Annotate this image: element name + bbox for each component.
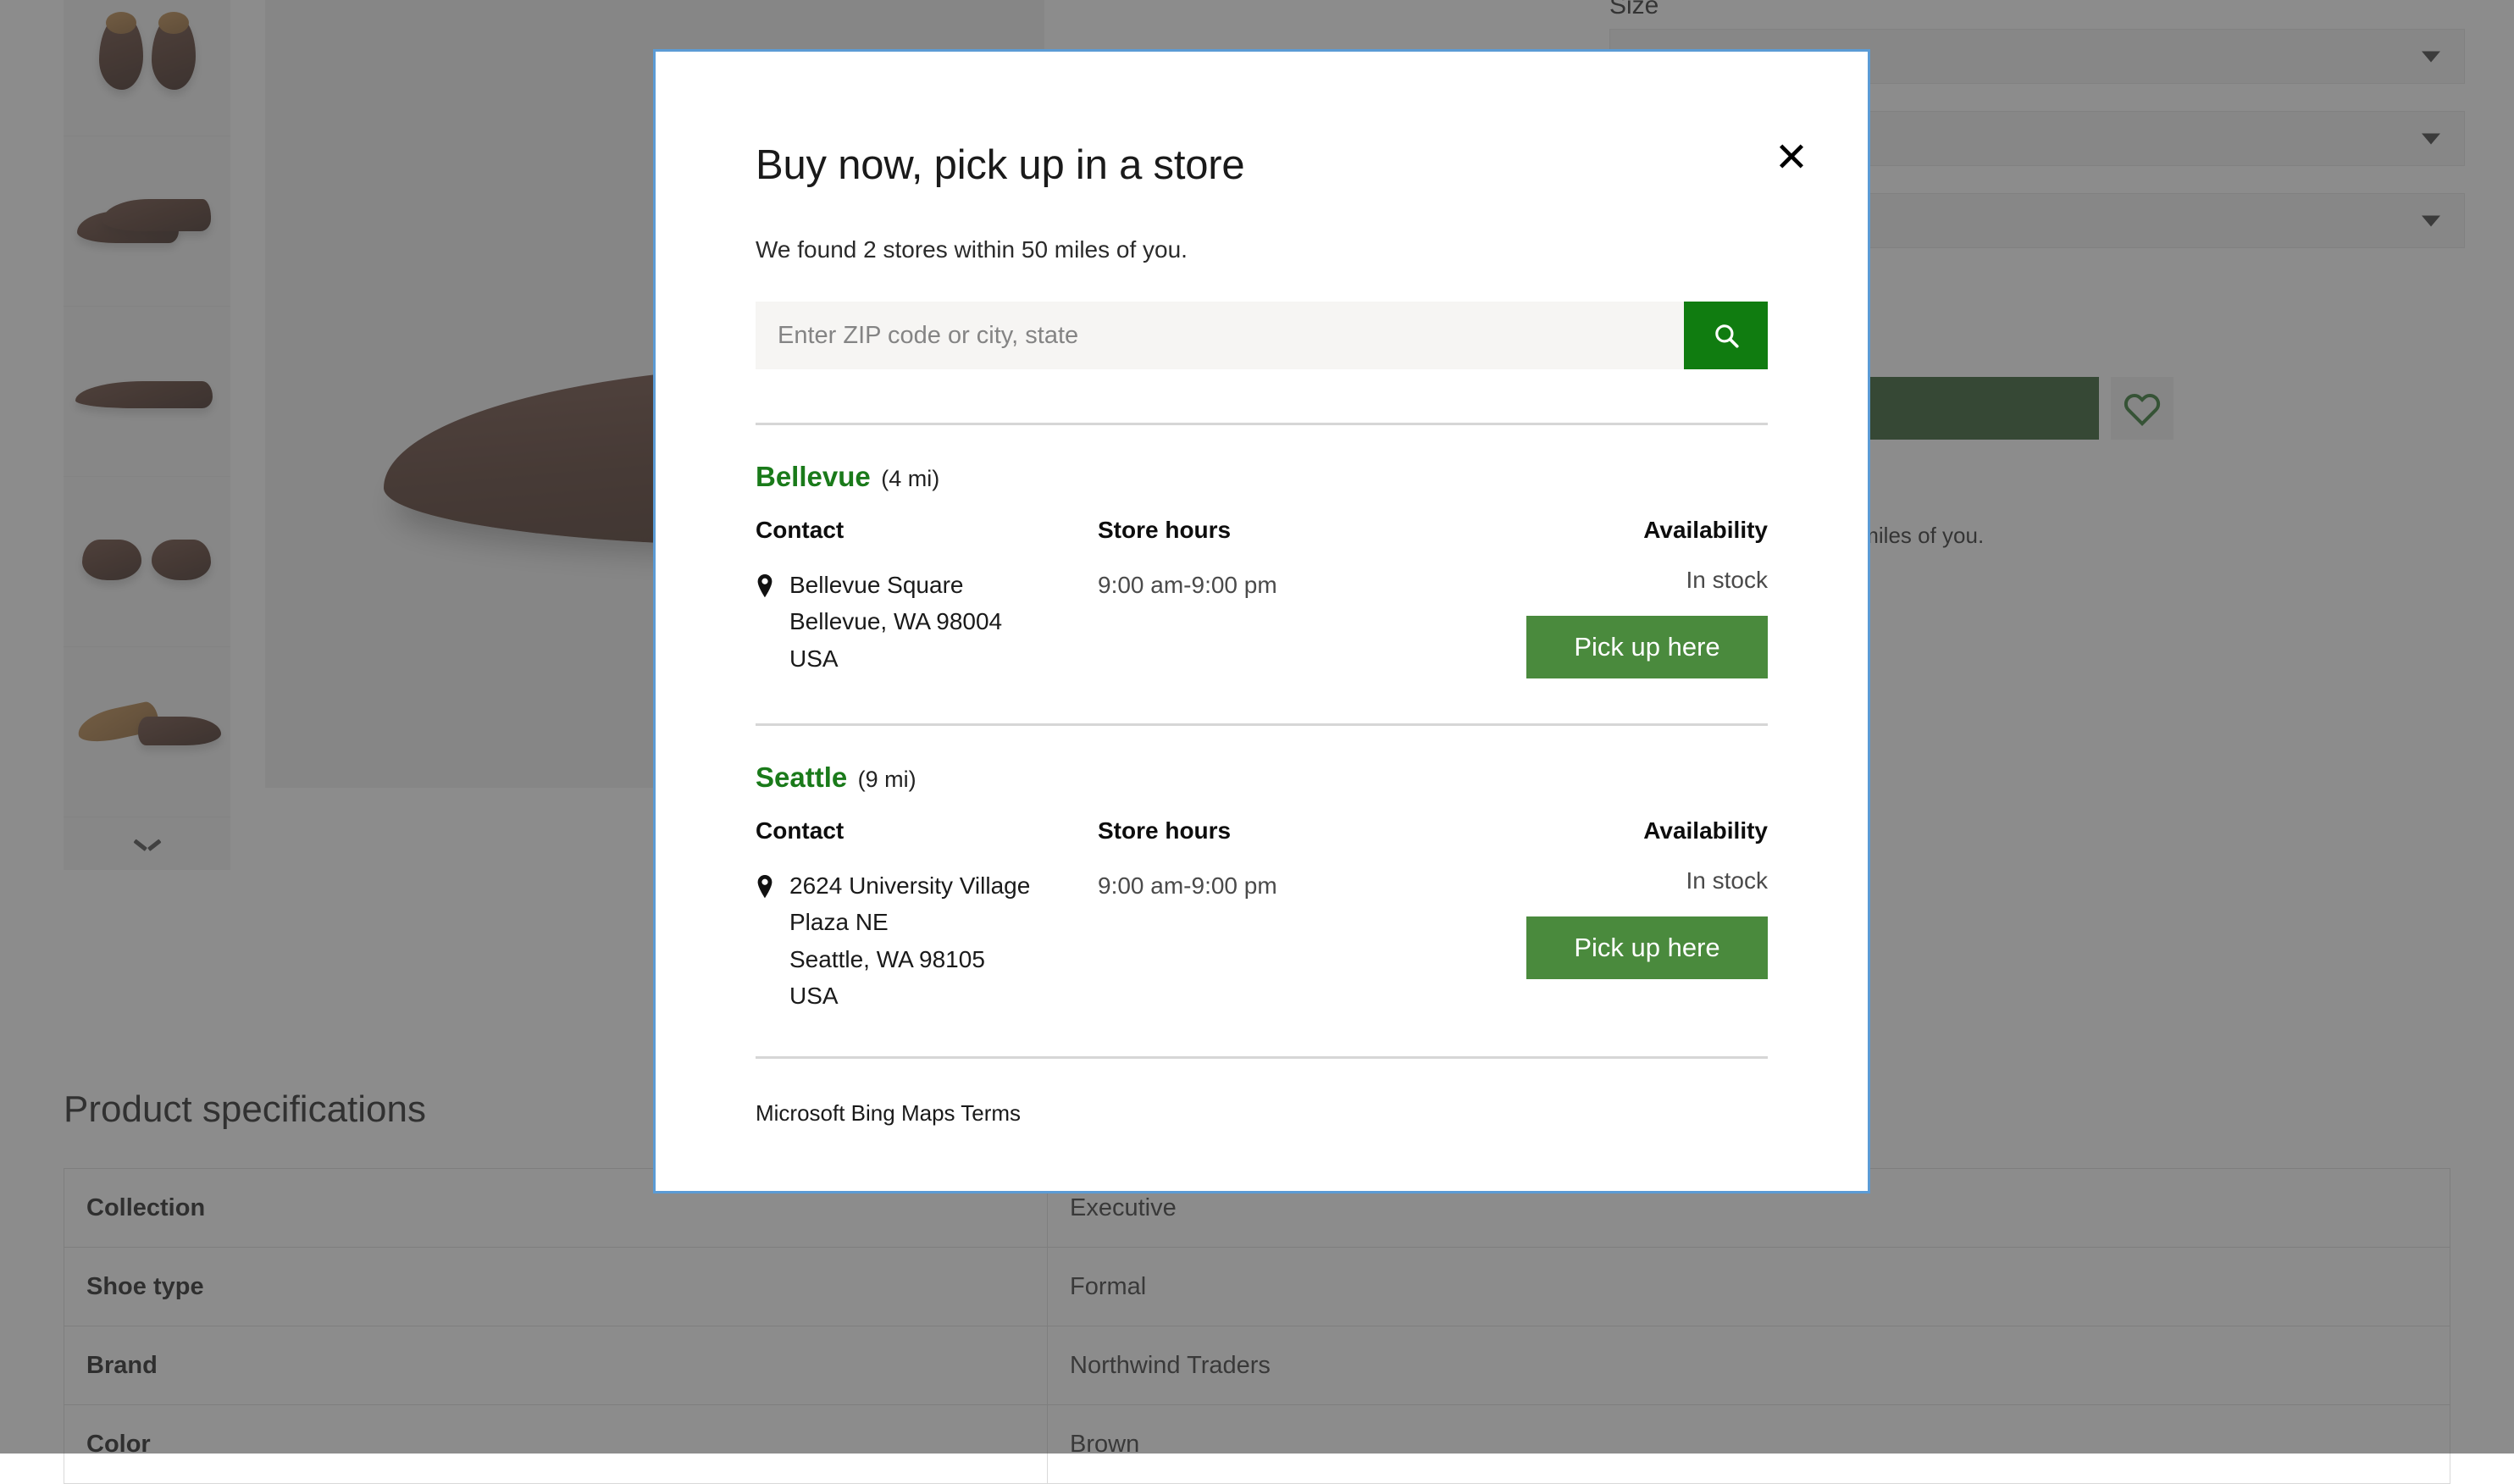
store-distance: (4 mi): [881, 466, 940, 491]
store-distance: (9 mi): [857, 767, 916, 792]
address-line-2: Bellevue, WA 98004: [789, 608, 1003, 635]
store-hours: 9:00 am-9:00 pm: [1098, 872, 1277, 899]
address-line-3: Seattle, WA 98105: [789, 945, 985, 972]
store-heading: Seattle (9 mi): [756, 761, 1768, 794]
store-pickup-modal: ✕ Buy now, pick up in a store We found 2…: [653, 49, 1870, 1193]
modal-title: Buy now, pick up in a store: [756, 142, 1245, 188]
store-name: Seattle: [756, 761, 848, 793]
store-availability: In stock Pick up here: [1496, 567, 1768, 678]
contact-header: Contact: [756, 817, 844, 844]
search-icon: [1714, 324, 1739, 348]
search-input[interactable]: [756, 302, 1684, 369]
bing-maps-terms-link[interactable]: Microsoft Bing Maps Terms: [756, 1100, 1768, 1127]
location-pin-icon: [756, 572, 774, 678]
modal-body: ✕ Buy now, pick up in a store We found 2…: [656, 52, 1868, 1191]
address-line-4: USA: [789, 983, 839, 1010]
store-hours: 9:00 am-9:00 pm: [1098, 572, 1277, 598]
store-details: Bellevue Square Bellevue, WA 98004 USA 9…: [756, 567, 1768, 678]
contact-header: Contact: [756, 517, 844, 543]
hours-header: Store hours: [1098, 517, 1232, 543]
store-address: Bellevue Square Bellevue, WA 98004 USA: [756, 567, 1098, 678]
location-pin-icon: [756, 872, 774, 1015]
store-column-headers: Contact Store hours Availability: [756, 517, 1768, 544]
store-address-text: Bellevue Square Bellevue, WA 98004 USA: [789, 567, 1002, 678]
store-availability: In stock Pick up here: [1496, 867, 1768, 1015]
hours-header: Store hours: [1098, 817, 1232, 844]
footer-divider: [756, 1055, 1768, 1059]
store-name: Bellevue: [756, 461, 871, 492]
modal-subtitle: We found 2 stores within 50 miles of you…: [756, 236, 1188, 263]
store-entry-bellevue: Bellevue (4 mi) Contact Store hours Avai…: [756, 425, 1768, 678]
store-column-headers: Contact Store hours Availability: [756, 817, 1768, 844]
zip-search-row: [756, 302, 1768, 369]
store-details: 2624 University Village Plaza NE Seattle…: [756, 867, 1768, 1015]
pickup-here-button[interactable]: Pick up here: [1526, 616, 1768, 678]
address-line-2: Plaza NE: [789, 909, 889, 936]
store-heading: Bellevue (4 mi): [756, 461, 1768, 493]
store-entry-seattle: Seattle (9 mi) Contact Store hours Avail…: [756, 726, 1768, 1015]
store-address-text: 2624 University Village Plaza NE Seattle…: [789, 867, 1030, 1015]
address-line-3: USA: [789, 645, 839, 672]
search-button[interactable]: [1684, 302, 1768, 369]
availability-status: In stock: [1686, 867, 1768, 894]
address-line-1: Bellevue Square: [789, 572, 964, 598]
availability-status: In stock: [1686, 567, 1768, 593]
store-address: 2624 University Village Plaza NE Seattle…: [756, 867, 1098, 1015]
availability-header: Availability: [1643, 817, 1768, 844]
availability-header: Availability: [1643, 517, 1768, 543]
pickup-here-button[interactable]: Pick up here: [1526, 916, 1768, 979]
close-icon[interactable]: ✕: [1768, 135, 1815, 182]
address-line-1: 2624 University Village: [789, 872, 1031, 899]
